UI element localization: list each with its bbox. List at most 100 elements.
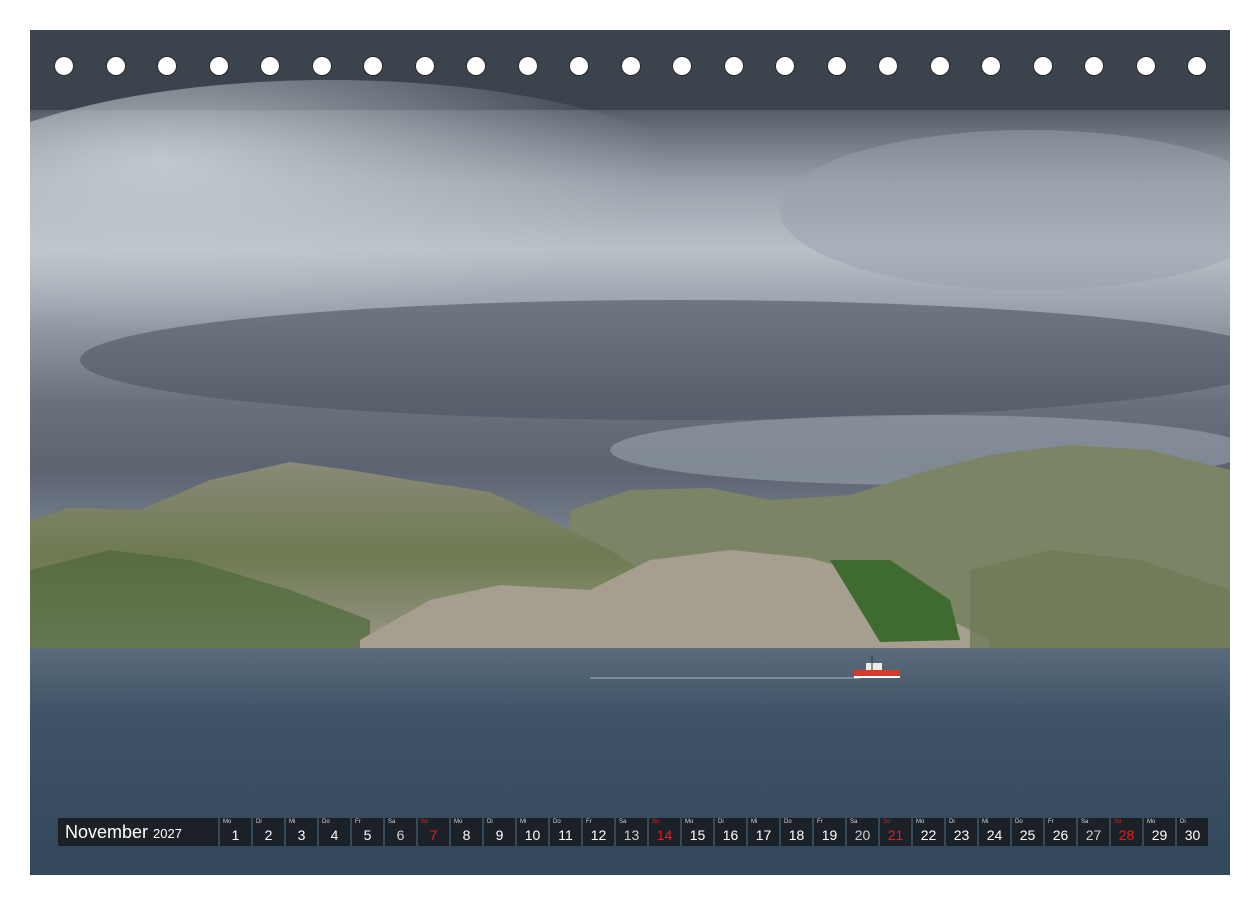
- day-cell: Do 4: [319, 818, 350, 846]
- day-number: 4: [330, 827, 339, 843]
- weekday-label: So: [883, 819, 891, 825]
- day-cell: Fr 5: [352, 818, 383, 846]
- binding-hole: [672, 56, 692, 76]
- day-cell: Di 2: [253, 818, 284, 846]
- day-number: 25: [1019, 827, 1036, 843]
- day-number: 27: [1085, 827, 1102, 843]
- month-label: November 2027: [58, 818, 218, 846]
- weekday-label: Mo: [685, 819, 694, 825]
- day-cell: Mo 1: [220, 818, 251, 846]
- binding-hole: [1187, 56, 1207, 76]
- weekday-label: Fr: [355, 819, 361, 825]
- day-number: 21: [887, 827, 904, 843]
- weekday-label: Fr: [586, 819, 592, 825]
- day-number: 19: [821, 827, 838, 843]
- day-number: 14: [656, 827, 673, 843]
- day-cell: Fr 19: [814, 818, 845, 846]
- landscape-photo: [30, 30, 1230, 875]
- day-cell: So 21: [880, 818, 911, 846]
- day-number: 13: [623, 827, 640, 843]
- weekday-label: Mi: [982, 819, 989, 825]
- cloud-band-dark: [80, 300, 1230, 420]
- binding-holes: [0, 0, 1260, 80]
- binding-hole: [929, 56, 950, 76]
- weekday-label: Mi: [520, 819, 527, 825]
- calendar-bar: November 2027 Mo 1 Di 2 Mi 3 Do 4 Fr 5 Sa 6 So 7 Mo 8 Di…: [58, 818, 1208, 846]
- binding-hole: [1032, 56, 1053, 76]
- day-cell: Mo 29: [1144, 818, 1175, 846]
- day-cell: Mo 22: [913, 818, 944, 846]
- day-number: 28: [1118, 827, 1135, 843]
- day-cell: Fr 26: [1045, 818, 1076, 846]
- weekday-label: Sa: [388, 819, 396, 825]
- weekday-label: Mo: [916, 819, 925, 825]
- fjord-scene: [30, 30, 1230, 875]
- weekday-label: Do: [1015, 819, 1023, 825]
- day-number: 17: [755, 827, 772, 843]
- day-cell: Sa 27: [1078, 818, 1109, 846]
- binding-hole: [517, 56, 538, 76]
- day-cell: Di 23: [946, 818, 977, 846]
- weekday-label: Sa: [619, 819, 627, 825]
- day-number: 12: [590, 827, 607, 843]
- day-number: 6: [396, 827, 405, 843]
- weekday-label: Di: [487, 819, 493, 825]
- day-number: 26: [1052, 827, 1069, 843]
- binding-hole: [826, 56, 847, 76]
- day-cell: Di 9: [484, 818, 515, 846]
- binding-hole: [981, 56, 1001, 76]
- binding-hole: [620, 56, 641, 76]
- binding-hole: [414, 56, 435, 76]
- binding-hole: [54, 56, 74, 76]
- day-cell: Sa 20: [847, 818, 878, 846]
- binding-hole: [157, 56, 177, 76]
- day-cell: So 28: [1111, 818, 1142, 846]
- month-name: November: [65, 821, 149, 842]
- day-number: 7: [429, 827, 438, 843]
- day-number: 3: [297, 827, 306, 843]
- day-cell: Sa 6: [385, 818, 416, 846]
- day-cell: Do 25: [1012, 818, 1043, 846]
- day-number: 23: [953, 827, 970, 843]
- day-number: 20: [854, 827, 871, 843]
- weekday-label: So: [421, 819, 429, 825]
- weekday-label: So: [652, 819, 660, 825]
- weekday-label: Do: [322, 819, 330, 825]
- day-cell: Mi 10: [517, 818, 548, 846]
- binding-hole: [208, 56, 229, 76]
- day-number: 11: [558, 827, 573, 843]
- day-cell: Sa 13: [616, 818, 647, 846]
- binding-hole: [311, 56, 332, 76]
- day-cell: Mi 17: [748, 818, 779, 846]
- day-number: 10: [524, 827, 541, 843]
- month-year: 2027: [153, 826, 182, 841]
- day-cell: Fr 12: [583, 818, 614, 846]
- weekday-label: Sa: [850, 819, 858, 825]
- day-number: 30: [1184, 827, 1201, 843]
- weekday-label: Mo: [223, 819, 232, 825]
- binding-hole: [466, 56, 486, 76]
- cloud-right: [780, 130, 1230, 290]
- day-number: 15: [689, 827, 706, 843]
- day-number: 8: [462, 827, 471, 843]
- binding-hole: [775, 56, 795, 76]
- weekday-label: Di: [718, 819, 724, 825]
- weekday-label: Mi: [751, 819, 758, 825]
- day-number: 1: [231, 827, 240, 843]
- day-number: 24: [986, 827, 1003, 843]
- binding-hole: [878, 56, 898, 76]
- day-cell: Mi 24: [979, 818, 1010, 846]
- day-number: 5: [363, 827, 372, 843]
- weekday-label: Mo: [1147, 819, 1156, 825]
- day-number: 29: [1151, 827, 1168, 843]
- day-cell: Do 18: [781, 818, 812, 846]
- weekday-label: Mo: [454, 819, 463, 825]
- binding-hole: [105, 56, 126, 76]
- binding-hole: [1084, 56, 1104, 76]
- day-cell: So 7: [418, 818, 449, 846]
- day-number: 16: [722, 827, 739, 843]
- day-cell: So 14: [649, 818, 680, 846]
- day-number: 18: [788, 827, 805, 843]
- weekday-label: Fr: [1048, 819, 1054, 825]
- day-cell: Do 11: [550, 818, 581, 846]
